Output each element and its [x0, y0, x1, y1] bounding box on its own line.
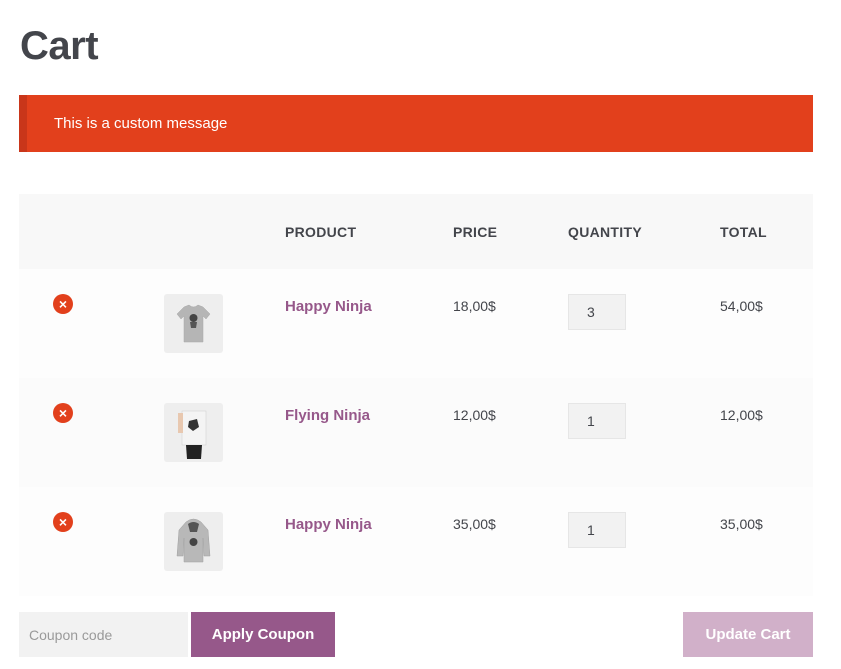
product-price: 18,00$ [453, 298, 496, 314]
table-header-row: PRODUCT PRICE QUANTITY TOTAL [19, 194, 813, 269]
poster-icon[interactable] [164, 403, 223, 462]
line-total: 35,00$ [720, 516, 763, 532]
update-cart-button[interactable]: Update Cart [683, 612, 813, 657]
page-title: Cart [20, 24, 99, 68]
product-price: 12,00$ [453, 407, 496, 423]
header-total: TOTAL [720, 223, 767, 240]
apply-coupon-button[interactable]: Apply Coupon [191, 612, 335, 657]
header-product: PRODUCT [285, 223, 357, 240]
quantity-input[interactable] [568, 403, 626, 439]
cart-table: PRODUCT PRICE QUANTITY TOTAL × Happy Nin… [19, 194, 813, 596]
quantity-input[interactable] [568, 512, 626, 548]
header-thumbnail [151, 194, 285, 269]
product-link[interactable]: Happy Ninja [285, 298, 372, 315]
remove-item-icon[interactable]: × [53, 294, 73, 314]
notice-text: This is a custom message [54, 115, 228, 132]
table-row: × Happy Ninja 35,00$ 35,00$ [19, 487, 813, 596]
hoodie-icon[interactable] [164, 512, 223, 571]
cart-actions: Apply Coupon Update Cart [19, 612, 813, 657]
quantity-input[interactable] [568, 294, 626, 330]
coupon-code-input[interactable] [19, 612, 188, 657]
tshirt-icon[interactable] [164, 294, 223, 353]
product-link[interactable]: Happy Ninja [285, 516, 372, 533]
line-total: 12,00$ [720, 407, 763, 423]
remove-item-icon[interactable]: × [53, 403, 73, 423]
table-row: × Flying Ninja 12,00$ 12,00$ [19, 378, 813, 487]
header-remove [19, 194, 151, 269]
product-price: 35,00$ [453, 516, 496, 532]
product-link[interactable]: Flying Ninja [285, 407, 370, 424]
line-total: 54,00$ [720, 298, 763, 314]
custom-message-notice: This is a custom message [19, 95, 813, 152]
table-row: × Happy Ninja 18,00$ 54,00$ [19, 269, 813, 378]
header-price: PRICE [453, 223, 498, 240]
remove-item-icon[interactable]: × [53, 512, 73, 532]
header-quantity: QUANTITY [568, 223, 642, 240]
